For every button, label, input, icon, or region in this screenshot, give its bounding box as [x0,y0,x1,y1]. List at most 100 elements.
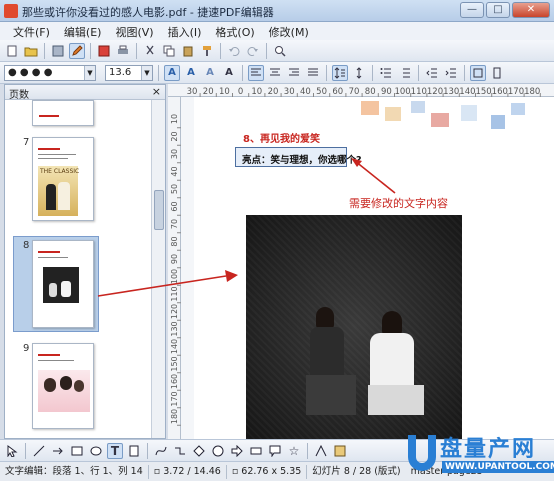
ruler-tick-label: 150 [475,87,491,97]
format-painter-icon[interactable] [199,43,215,59]
line-tool-icon[interactable] [31,443,47,459]
bullet-list-icon[interactable] [378,65,394,81]
toolbar-separator [44,42,45,59]
basic-shapes-icon[interactable] [191,443,207,459]
menu-view[interactable]: 视图(V) [108,22,160,40]
copy-icon[interactable] [161,43,177,59]
align-left-icon[interactable] [248,64,264,81]
menu-format[interactable]: 格式(O) [208,22,261,40]
page-number-9: 9 [23,343,30,354]
ruler-tick-label: 0 [238,87,243,97]
points-edit-icon[interactable] [313,443,329,459]
chevron-down-icon[interactable]: ▼ [141,65,152,80]
status-size-value: 62.76 x 5.35 [241,465,302,477]
menu-edit[interactable]: 编辑(E) [57,22,109,40]
ruler-tick-label: 20 [203,87,214,97]
ruler-tick-label: 90 [170,254,179,264]
close-button[interactable]: ✕ [512,2,550,18]
ruler-tick-label: 50 [316,87,327,97]
font-size-value: 13.6 [109,66,132,78]
text-emboss-icon[interactable]: A [202,65,218,81]
font-color-icon[interactable]: A [221,65,237,81]
decrease-indent-icon[interactable] [424,65,440,81]
ruler-tick-label: 10 [251,87,262,97]
app-icon [4,4,18,18]
stars-icon[interactable]: ☆ [286,443,302,459]
text-direction-icon[interactable] [470,64,486,81]
text-shadow-icon[interactable]: A [183,65,199,81]
document-canvas[interactable]: 8、再见我的爱笑 亮点：笑与理想，你选哪个? 需要修改的文字内容 [181,97,554,439]
minimize-button[interactable]: — [460,2,484,18]
page-thumbnail-8[interactable] [32,240,94,328]
cut-icon[interactable] [142,43,158,59]
movie-still-photo[interactable] [246,215,462,439]
rectangle-tool-icon[interactable] [69,443,85,459]
increase-indent-icon[interactable] [443,65,459,81]
numbered-list-icon[interactable] [397,65,413,81]
position-icon: ▫ [153,465,164,477]
font-name-value: ● ● ● ● [8,66,53,78]
page-thumbnail-9[interactable] [32,343,94,429]
title-bar: 那些或许你没看过的感人电影.pdf - 捷速PDF编辑器 — □ ✕ [0,0,554,22]
callouts-icon[interactable] [267,443,283,459]
toolbar-separator [326,64,327,81]
pages-panel-scrollbar[interactable] [151,100,165,438]
print-icon[interactable] [115,43,131,59]
font-name-combo[interactable]: ● ● ● ● ▼ [4,64,96,81]
export-pdf-icon[interactable] [96,43,112,59]
align-center-icon[interactable] [267,65,283,81]
zoom-icon[interactable] [272,43,288,59]
menu-modify[interactable]: 修改(M) [262,22,316,40]
ruler-tick-label: 60 [332,87,343,97]
ellipse-tool-icon[interactable] [88,443,104,459]
font-size-combo[interactable]: 13.6 ▼ [105,64,153,81]
menu-file[interactable]: 文件(F) [6,22,57,40]
page-thumbnail-6[interactable] [32,100,94,126]
toolbar-separator [464,64,465,81]
flowchart-icon[interactable] [248,443,264,459]
align-justify-icon[interactable] [305,65,321,81]
align-right-icon[interactable] [286,65,302,81]
person-legs [368,385,424,415]
ruler-tick-label: 160 [170,374,179,389]
ruler-tick-label: 130 [443,87,459,97]
undo-icon[interactable] [226,43,242,59]
block-arrows-icon[interactable] [229,443,245,459]
poster-figure [46,184,56,210]
chevron-down-icon[interactable]: ▼ [84,65,95,80]
arrow-tool-icon[interactable] [50,443,66,459]
person-body [310,327,344,377]
ruler-tick-label: 30 [284,87,295,97]
ruler-tick-label: 170 [508,87,524,97]
text-tool-icon[interactable]: T [107,442,123,459]
toolbar-separator [242,64,243,81]
edit-mode-icon[interactable] [69,42,85,59]
redo-icon[interactable] [245,43,261,59]
ruler-tick-label: 70 [170,219,179,229]
select-pointer-icon[interactable] [4,443,20,459]
maximize-button[interactable]: □ [486,2,510,18]
ruler-tick-label: 110 [170,286,179,301]
poster-figure [74,380,84,392]
line-spacing-icon[interactable] [332,64,348,81]
insert-image-icon[interactable] [332,443,348,459]
ruler-tick-label: 10 [219,87,230,97]
paste-icon[interactable] [180,43,196,59]
page-thumbnail-7[interactable]: THE CLASSIC [32,137,94,221]
close-panel-icon[interactable]: × [152,85,161,98]
save-icon[interactable] [50,43,66,59]
vertical-text-icon[interactable] [489,65,505,81]
thumb-heading-bar [38,251,60,253]
menu-insert[interactable]: 插入(I) [161,22,209,40]
scrollbar-thumb[interactable] [154,190,164,230]
status-edit-mode: 文字编辑：段落 1、行 1、列 14 [0,464,149,479]
ruler-tick-label: 80 [170,236,179,246]
paragraph-spacing-icon[interactable] [351,65,367,81]
text-outline-icon[interactable]: A [164,64,180,81]
new-document-icon[interactable] [4,43,20,59]
open-folder-icon[interactable] [23,43,39,59]
symbol-shapes-icon[interactable] [210,443,226,459]
connector-tool-icon[interactable] [172,443,188,459]
curve-tool-icon[interactable] [153,443,169,459]
vertical-text-tool-icon[interactable] [126,443,142,459]
